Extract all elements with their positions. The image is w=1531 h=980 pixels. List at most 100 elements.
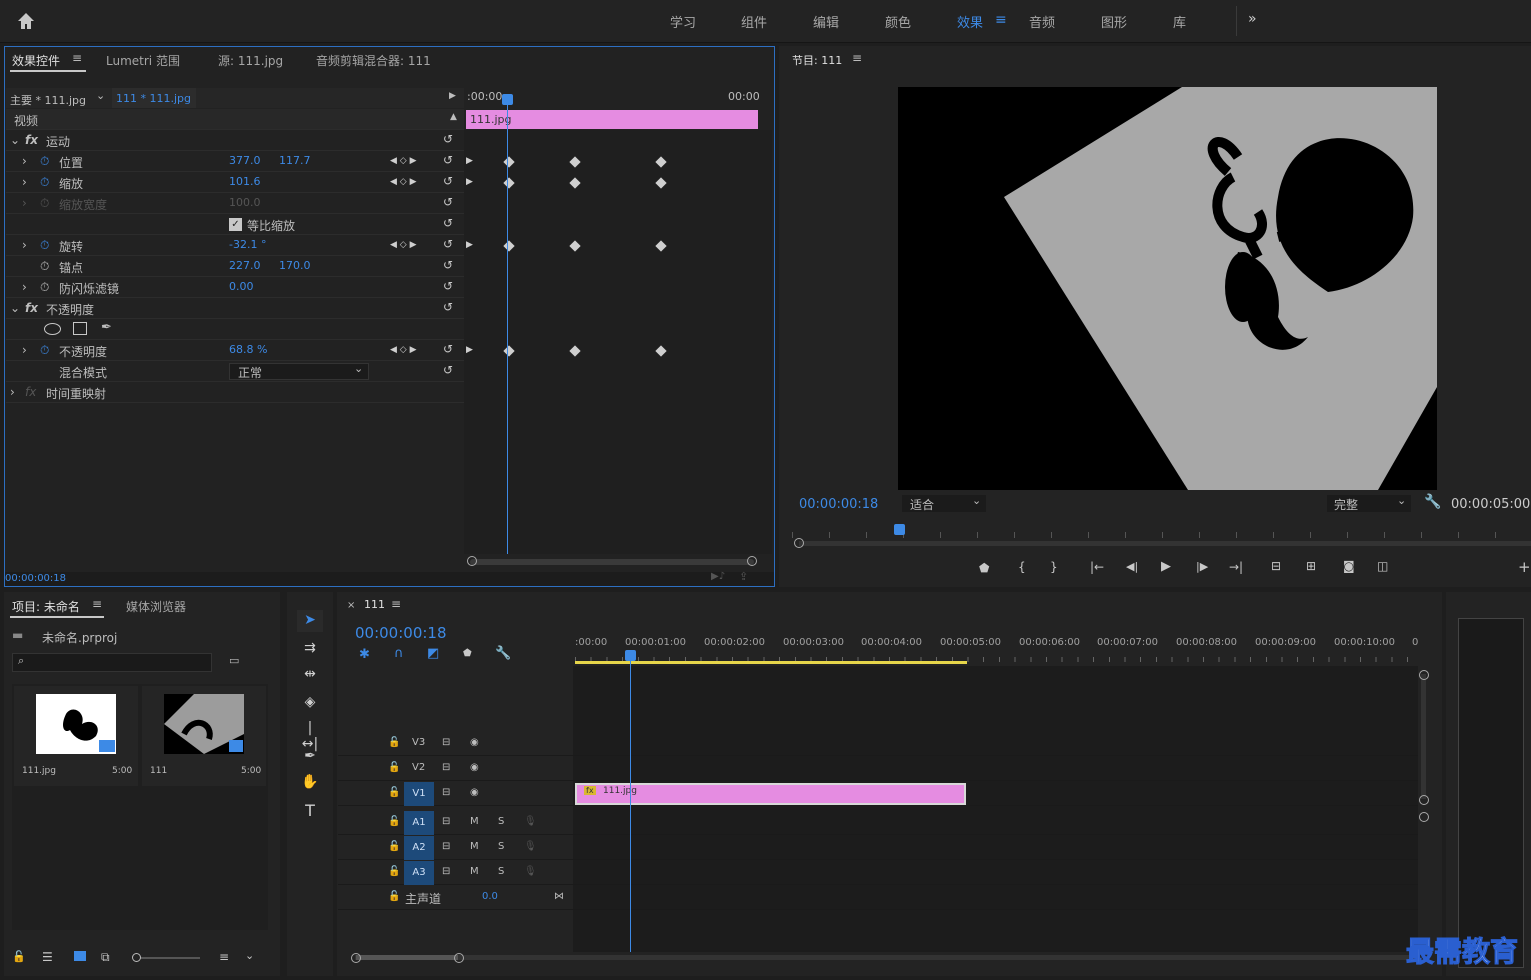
rect-mask-icon[interactable] — [73, 322, 87, 335]
reset-icon[interactable]: ↺ — [443, 258, 453, 272]
reset-icon[interactable]: ↺ — [443, 195, 453, 209]
ws-assembly[interactable]: 组件 — [741, 12, 767, 31]
linked-selection-icon[interactable]: ∩ — [394, 646, 404, 661]
timeline-h-scroll-thumb[interactable] — [356, 955, 458, 960]
ws-graphics[interactable]: 图形 — [1101, 12, 1127, 31]
reset-icon[interactable]: ↺ — [443, 342, 453, 356]
scroll-handle-left[interactable] — [351, 953, 361, 963]
track-target-v1[interactable]: V1 — [404, 782, 434, 806]
extract-icon[interactable]: ⊞ — [1306, 559, 1316, 573]
add-marker-icon[interactable]: ⬟ — [463, 648, 472, 659]
wrench-icon[interactable]: 🔧 — [495, 646, 511, 661]
program-tab[interactable]: 节目: 111 — [792, 52, 842, 68]
tab-source[interactable]: 源: 111.jpg — [218, 52, 283, 69]
tab-effect-controls[interactable]: 效果控件 — [12, 52, 60, 69]
project-search-input[interactable] — [12, 653, 212, 672]
reset-icon[interactable]: ↺ — [443, 153, 453, 167]
track-target-a1[interactable]: A1 — [404, 811, 434, 835]
program-playhead[interactable] — [894, 524, 905, 535]
expand-timeline-icon[interactable]: ▶ — [449, 91, 456, 101]
scroll-handle-right[interactable] — [747, 556, 757, 566]
ws-color[interactable]: 颜色 — [885, 12, 911, 31]
tab-project[interactable]: 项目: 未命名 — [12, 598, 80, 615]
ws-library[interactable]: 库 — [1173, 12, 1186, 31]
motion-row[interactable]: ⌄ fx 运动 — [6, 130, 464, 151]
timeline-playhead-handle[interactable] — [625, 650, 636, 661]
pen-tool-icon[interactable]: ✒ — [300, 748, 320, 768]
reset-icon[interactable]: ↺ — [443, 300, 453, 314]
ec-playhead-handle[interactable] — [502, 94, 513, 105]
export-frame-icon[interactable]: ⇪ — [739, 570, 748, 583]
track-target-a3[interactable]: A3 — [404, 861, 434, 885]
reset-icon[interactable]: ↺ — [443, 216, 453, 230]
timeline-v-scrollbar[interactable] — [1421, 674, 1426, 799]
list-view-icon[interactable]: ☰ — [42, 950, 53, 964]
mark-out-icon[interactable]: } — [1050, 560, 1058, 574]
zoom-slider-handle[interactable] — [132, 953, 141, 962]
freeform-view-icon[interactable]: ⧉ — [101, 950, 110, 965]
ws-effects-menu-icon[interactable]: ≡ — [995, 12, 1007, 28]
track-target-a2[interactable]: A2 — [404, 836, 434, 860]
keyframe-navigator[interactable]: ◀ ◇ ▶ — [390, 156, 417, 166]
reset-icon[interactable]: ↺ — [443, 132, 453, 146]
panel-menu-icon[interactable]: ≡ — [391, 597, 401, 611]
more-workspaces-icon[interactable]: » — [1248, 11, 1257, 27]
scroll-handle[interactable] — [1419, 795, 1429, 805]
ws-audio[interactable]: 音频 — [1029, 12, 1055, 31]
home-icon[interactable] — [16, 11, 36, 31]
zoom-slider[interactable] — [136, 957, 200, 959]
slip-tool-icon[interactable]: |↔| — [300, 720, 320, 752]
ws-edit[interactable]: 编辑 — [813, 12, 839, 31]
ripple-edit-tool-icon[interactable]: ⇹ — [300, 666, 320, 686]
timeline-tab[interactable]: 111 — [364, 598, 385, 611]
snap-icon[interactable]: ✱ — [359, 647, 370, 662]
work-area-bar[interactable] — [575, 661, 967, 664]
ec-zoom-scrollbar[interactable] — [470, 559, 754, 565]
razor-tool-icon[interactable]: ◈ — [300, 694, 320, 714]
time-remap-row[interactable]: › fx 时间重映射 — [6, 382, 464, 403]
panel-menu-icon[interactable]: ≡ — [72, 51, 82, 65]
tab-media-browser[interactable]: 媒体浏览器 — [126, 598, 186, 615]
chevron-down-icon[interactable]: ⌄ — [96, 89, 105, 102]
program-scrollbar[interactable] — [799, 541, 1531, 546]
timeline-h-scrollbar[interactable] — [355, 955, 1420, 960]
step-back-icon[interactable]: ◀| — [1126, 560, 1138, 573]
add-button-icon[interactable]: + — [1518, 558, 1531, 576]
close-icon[interactable]: × — [347, 600, 355, 611]
wrench-icon[interactable]: 🔧 — [1424, 494, 1441, 510]
keyframe-navigator[interactable]: ◀ ◇ ▶ — [390, 345, 417, 355]
keyframe-navigator[interactable]: ◀ ◇ ▶ — [390, 240, 417, 250]
ec-timecode[interactable]: 00:00:00:18 — [5, 573, 66, 584]
ws-effects[interactable]: 效果 — [957, 12, 983, 31]
camera-icon[interactable]: ◙ — [1343, 559, 1355, 573]
panel-menu-icon[interactable]: ≡ — [852, 51, 862, 65]
add-marker-icon[interactable]: ⬟ — [979, 561, 989, 575]
tab-audio-clip-mixer[interactable]: 音频剪辑混合器: 111 — [316, 52, 431, 69]
reset-icon[interactable]: ↺ — [443, 363, 453, 377]
chevron-down-icon[interactable]: ⌄ — [245, 949, 254, 962]
reset-icon[interactable]: ↺ — [443, 279, 453, 293]
insert-nest-icon[interactable]: ◩ — [427, 646, 439, 661]
anchor-row[interactable]: ⏱ 锚点 227.0 170.0 — [6, 256, 464, 277]
ws-learn[interactable]: 学习 — [670, 12, 696, 31]
program-timecode[interactable]: 00:00:00:18 — [799, 497, 878, 512]
keyframe-navigator[interactable]: ◀ ◇ ▶ — [390, 177, 417, 187]
timeline-timecode[interactable]: 00:00:00:18 — [355, 624, 447, 642]
tab-lumetri-scopes[interactable]: Lumetri 范围 — [106, 52, 180, 69]
scroll-handle-left[interactable] — [794, 538, 804, 548]
pen-mask-icon[interactable]: ✒ — [101, 320, 112, 335]
hand-tool-icon[interactable]: ✋ — [300, 774, 320, 794]
lift-icon[interactable]: ⊟ — [1271, 559, 1281, 573]
selection-tool-icon[interactable]: ➤ — [300, 612, 320, 632]
reset-icon[interactable]: ↺ — [443, 174, 453, 188]
scroll-handle[interactable] — [1419, 812, 1429, 822]
play-icon[interactable]: ▶ — [1161, 559, 1171, 574]
scroll-handle[interactable] — [1419, 670, 1429, 680]
audio-scrub-icon[interactable]: ▶♪ — [711, 571, 725, 582]
new-bin-icon[interactable]: ▭ — [229, 654, 239, 667]
master-clip-label[interactable]: 主要 * 111.jpg — [10, 92, 86, 108]
step-forward-icon[interactable]: |▶ — [1196, 560, 1208, 573]
mark-in-icon[interactable]: { — [1018, 560, 1026, 574]
track-select-tool-icon[interactable]: ⇉ — [300, 640, 320, 660]
sort-icon[interactable]: ≡ — [219, 950, 229, 964]
